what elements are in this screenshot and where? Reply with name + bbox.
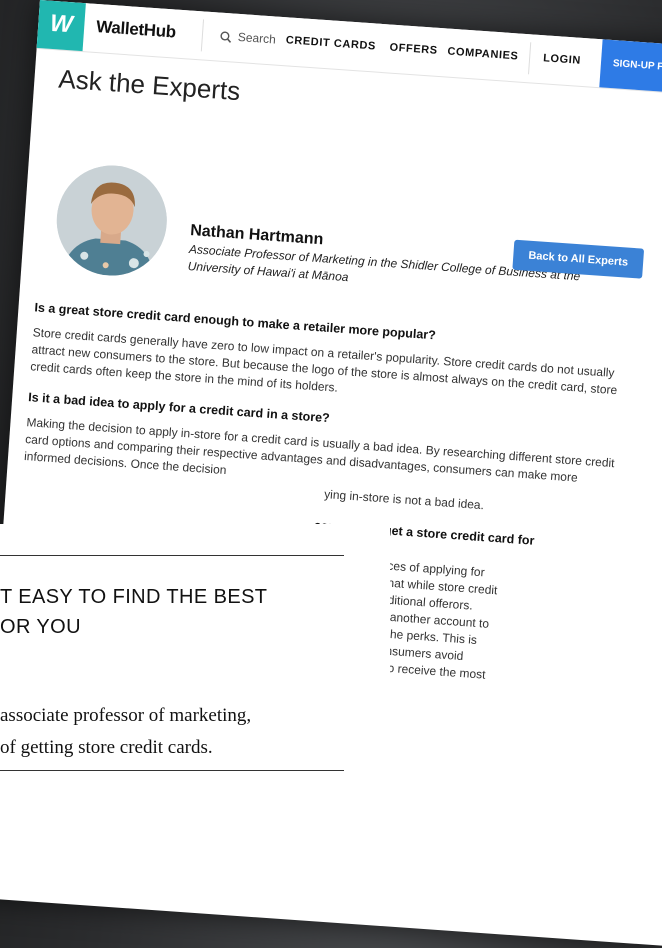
search-label: Search [237, 29, 277, 47]
nav-companies[interactable]: COMPANIES [447, 46, 519, 63]
wallethub-logo-icon[interactable]: W [36, 0, 86, 52]
article-headline-line: OR YOU [0, 616, 81, 638]
nav-credit-cards[interactable]: CREDIT CARDS [285, 34, 376, 52]
login-link[interactable]: LOGIN [543, 52, 582, 67]
search-icon [220, 31, 232, 43]
article-caption-line: associate professor of marketing, [0, 705, 252, 726]
article-card: T EASY TO FIND THE BEST OR YOU associate… [0, 524, 390, 792]
signup-button[interactable]: SIGN-UP F [599, 39, 662, 97]
expert-avatar [53, 161, 171, 280]
article-headline-line: T EASY TO FIND THE BEST [0, 586, 268, 608]
page-title: Ask the Experts [57, 63, 242, 107]
brand-name[interactable]: WalletHub [96, 17, 177, 43]
nav-divider [528, 42, 532, 75]
article-caption-line: of getting store credit cards. [0, 737, 213, 758]
divider [0, 770, 344, 771]
nav-offers[interactable]: OFFERS [389, 42, 438, 57]
search-button[interactable]: Search [219, 29, 276, 47]
divider [0, 555, 344, 556]
expert-photo [53, 161, 171, 280]
nav-divider [200, 19, 205, 52]
wallethub-screenshot: W WalletHub Search CREDIT CARDS OFFERS C… [0, 0, 662, 948]
article-caption: associate professor of marketing, of get… [0, 700, 251, 764]
article-headline: T EASY TO FIND THE BEST OR YOU [0, 582, 267, 642]
